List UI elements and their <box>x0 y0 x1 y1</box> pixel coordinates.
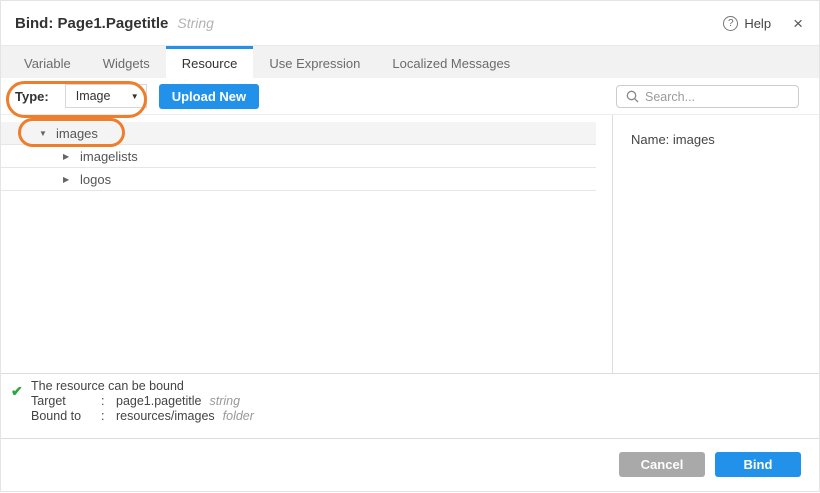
cancel-button[interactable]: Cancel <box>619 452 705 477</box>
detail-panel: Name: images <box>613 115 819 373</box>
check-icon: ✔ <box>11 383 23 400</box>
upload-new-button[interactable]: Upload New <box>159 84 259 109</box>
search-input[interactable] <box>645 90 798 104</box>
tree-item-label: imagelists <box>80 149 138 164</box>
search-icon <box>626 90 639 103</box>
help-button[interactable]: ? Help <box>723 16 771 31</box>
resource-tree: ▼ images ▶ imagelists ▶ logos <box>1 115 613 373</box>
caret-right-icon[interactable]: ▶ <box>63 175 73 184</box>
help-icon: ? <box>723 16 738 31</box>
dialog-title: Bind: Page1.Pagetitle <box>15 15 168 32</box>
status-value: resources/images <box>116 409 215 424</box>
tree-item-logos[interactable]: ▶ logos <box>1 168 596 191</box>
status-bar: ✔ The resource can be bound Target : pag… <box>1 373 819 438</box>
status-label: Target <box>31 394 101 409</box>
tab-widgets[interactable]: Widgets <box>87 46 166 78</box>
help-label: Help <box>744 16 771 31</box>
dropdown-arrow-icon: ▼ <box>131 92 139 101</box>
tree-item-imagelists[interactable]: ▶ imagelists <box>1 145 596 168</box>
close-icon[interactable]: × <box>793 15 803 32</box>
status-value: page1.pagetitle <box>116 394 202 409</box>
tab-resource[interactable]: Resource <box>166 46 254 78</box>
status-separator: : <box>101 409 116 424</box>
status-separator: : <box>101 394 116 409</box>
detail-name-text: Name: images <box>631 132 819 147</box>
bind-button[interactable]: Bind <box>715 452 801 477</box>
tab-localized-messages[interactable]: Localized Messages <box>376 46 526 78</box>
status-type-hint: string <box>210 394 241 409</box>
status-type-hint: folder <box>223 409 254 424</box>
tab-variable[interactable]: Variable <box>8 46 87 78</box>
search-box[interactable] <box>616 85 799 108</box>
status-label: Bound to <box>31 409 101 424</box>
status-row-target: Target : page1.pagetitle string <box>31 394 819 409</box>
bind-dialog: Bind: Page1.Pagetitle String ? Help × Va… <box>0 0 820 492</box>
type-label: Type: <box>15 89 49 104</box>
status-message: The resource can be bound <box>31 379 819 394</box>
tab-use-expression[interactable]: Use Expression <box>253 46 376 78</box>
type-dropdown-value: Image <box>76 89 111 103</box>
caret-right-icon[interactable]: ▶ <box>63 152 73 161</box>
dialog-title-type-hint: String <box>177 15 214 31</box>
resource-toolbar: Type: Image ▼ Upload New <box>1 78 819 114</box>
content-area: ▼ images ▶ imagelists ▶ logos Name: imag… <box>1 114 819 373</box>
dialog-footer: Cancel Bind <box>1 438 819 493</box>
caret-down-icon[interactable]: ▼ <box>39 129 49 138</box>
tab-bar: Variable Widgets Resource Use Expression… <box>1 45 819 78</box>
tree-item-label: logos <box>80 172 111 187</box>
tree-item-label: images <box>56 126 98 141</box>
dialog-titlebar: Bind: Page1.Pagetitle String ? Help × <box>1 1 819 45</box>
tree-item-images[interactable]: ▼ images <box>1 122 596 145</box>
type-dropdown[interactable]: Image ▼ <box>65 84 147 108</box>
status-row-bound-to: Bound to : resources/images folder <box>31 409 819 424</box>
